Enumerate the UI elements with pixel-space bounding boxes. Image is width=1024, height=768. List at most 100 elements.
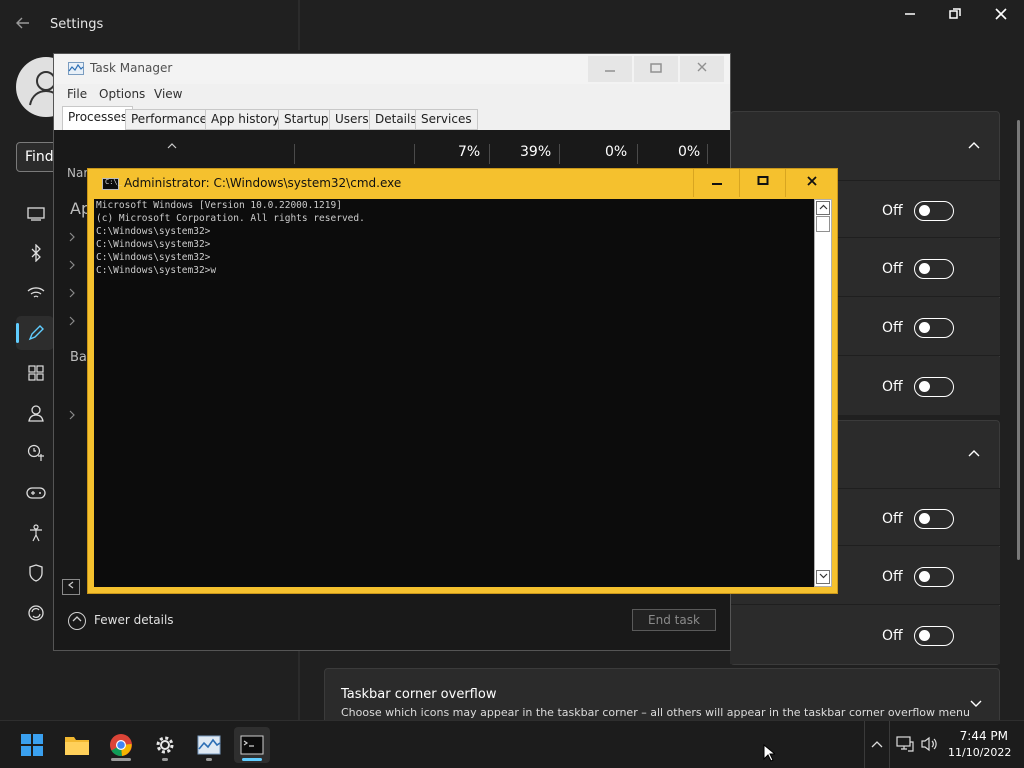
menu-file[interactable]: File xyxy=(67,87,87,101)
toggle-switch[interactable] xyxy=(914,567,954,587)
fewer-details-chevron-icon[interactable] xyxy=(68,612,86,630)
clock-date[interactable]: 11/10/2022 xyxy=(948,746,1011,759)
toggle-state-label: Off xyxy=(882,203,903,219)
expand-chevron-icon[interactable] xyxy=(69,315,76,329)
toggle-state-label: Off xyxy=(882,628,903,644)
start-icon[interactable] xyxy=(14,727,50,763)
toggle-switch[interactable] xyxy=(914,201,954,221)
expand-chevron-icon[interactable] xyxy=(69,231,76,245)
chevron-down-icon[interactable] xyxy=(969,697,983,713)
toggle-row: Off xyxy=(730,606,1000,664)
apps-icon[interactable] xyxy=(22,361,50,385)
close-button[interactable] xyxy=(981,6,1021,28)
minimize-button[interactable] xyxy=(890,6,930,28)
settings-icon[interactable] xyxy=(147,727,183,763)
tab-users[interactable]: Users xyxy=(329,109,375,130)
task-manager-titlebar[interactable]: Task Manager xyxy=(54,54,730,84)
chevron-up-icon[interactable] xyxy=(967,446,981,462)
accessibility-icon[interactable] xyxy=(22,521,50,545)
scrollbar[interactable] xyxy=(1017,120,1020,560)
column-separator xyxy=(414,144,415,164)
menu-view[interactable]: View xyxy=(154,87,182,101)
console-line: C:\Windows\system32> xyxy=(96,239,211,250)
task-manager-menubar: File Options View xyxy=(54,84,730,106)
back-arrow-icon[interactable] xyxy=(14,14,36,34)
console-line: C:\Windows\system32>w xyxy=(96,265,217,276)
menu-options[interactable]: Options xyxy=(99,87,145,101)
overflow-description: Choose which icons may appear in the tas… xyxy=(341,706,970,719)
cmd-vertical-scrollbar[interactable] xyxy=(814,199,832,587)
system-icon[interactable] xyxy=(22,202,50,226)
sort-chevron-icon[interactable] xyxy=(167,138,177,153)
tm-close-button[interactable] xyxy=(680,56,724,82)
tab-performance[interactable]: Performance xyxy=(125,109,214,130)
bluetooth-icon[interactable] xyxy=(22,241,50,265)
end-task-button[interactable]: End task xyxy=(632,609,716,631)
column-separator xyxy=(637,144,638,164)
column-separator xyxy=(489,144,490,164)
tm-minimize-button[interactable] xyxy=(588,56,632,82)
scroll-down-arrow[interactable] xyxy=(816,570,830,584)
personalization-brush-icon[interactable] xyxy=(22,321,50,345)
toggle-state-label: Off xyxy=(882,379,903,395)
console-line: Microsoft Windows [Version 10.0.22000.12… xyxy=(96,200,342,211)
tab-startup[interactable]: Startup xyxy=(278,109,335,130)
privacy-shield-icon[interactable] xyxy=(22,561,50,585)
expand-chevron-icon[interactable] xyxy=(69,259,76,273)
network-icon[interactable] xyxy=(896,736,914,756)
expand-chevron-icon[interactable] xyxy=(69,287,76,301)
network-percent[interactable]: 0% xyxy=(678,144,700,160)
toggle-switch[interactable] xyxy=(914,377,954,397)
windows-update-icon[interactable] xyxy=(22,601,50,625)
console-line: C:\Windows\system32> xyxy=(96,226,211,237)
terminal-icon[interactable] xyxy=(234,727,270,763)
toggle-switch[interactable] xyxy=(914,259,954,279)
cmd-close-button[interactable] xyxy=(785,169,837,197)
taskbar: 7:44 PM 11/10/2022 xyxy=(0,720,1024,768)
taskbar-corner-overflow-card[interactable]: Taskbar corner overflow Choose which ico… xyxy=(324,668,1000,728)
cmd-app-icon: C:\_ xyxy=(102,178,122,190)
toggle-switch[interactable] xyxy=(914,318,954,338)
time-language-icon[interactable] xyxy=(22,441,50,465)
gaming-icon[interactable] xyxy=(22,481,50,505)
console-line: C:\Windows\system32> xyxy=(96,252,211,263)
fewer-details-link[interactable]: Fewer details xyxy=(94,613,174,627)
cmd-maximize-button[interactable] xyxy=(739,169,785,197)
pane-divider xyxy=(298,0,300,50)
volume-icon[interactable] xyxy=(920,736,938,756)
clock-time[interactable]: 7:44 PM xyxy=(956,729,1008,743)
scroll-up-arrow[interactable] xyxy=(816,201,830,215)
tab-app-history[interactable]: App history xyxy=(205,109,286,130)
accounts-icon[interactable] xyxy=(22,401,50,425)
task-manager-icon[interactable] xyxy=(191,727,227,763)
chrome-icon[interactable] xyxy=(103,727,139,763)
toggle-state-label: Off xyxy=(882,320,903,336)
overflow-title: Taskbar corner overflow xyxy=(341,687,497,702)
cpu-percent[interactable]: 7% xyxy=(458,144,480,160)
process-column-header: 7% 39% 0% 0% xyxy=(62,130,724,164)
task-manager-tabs: Processes Performance App history Startu… xyxy=(54,106,730,130)
scroll-thumb[interactable] xyxy=(816,216,830,232)
name-column-label[interactable]: Nar xyxy=(67,166,88,180)
expand-chevron-icon[interactable] xyxy=(69,409,76,423)
file-explorer-icon[interactable] xyxy=(59,727,95,763)
toggle-switch[interactable] xyxy=(914,626,954,646)
cmd-minimize-button[interactable] xyxy=(693,169,739,197)
wifi-icon[interactable] xyxy=(22,281,50,305)
nav-active-indicator xyxy=(16,323,19,343)
restore-button[interactable] xyxy=(935,6,975,28)
show-hidden-icons-button[interactable] xyxy=(864,721,890,768)
tab-processes[interactable]: Processes xyxy=(62,106,134,130)
column-separator xyxy=(559,144,560,164)
cmd-console[interactable]: Microsoft Windows [Version 10.0.22000.12… xyxy=(94,199,814,587)
disk-percent[interactable]: 0% xyxy=(605,144,627,160)
console-output: Microsoft Windows [Version 10.0.22000.12… xyxy=(96,199,365,277)
settings-title: Settings xyxy=(50,17,104,32)
pane-divider xyxy=(298,650,300,720)
tm-maximize-button[interactable] xyxy=(634,56,678,82)
scroll-left-arrow[interactable] xyxy=(62,579,80,595)
memory-percent[interactable]: 39% xyxy=(520,144,551,160)
toggle-switch[interactable] xyxy=(914,509,954,529)
chevron-up-icon[interactable] xyxy=(967,138,981,154)
tab-services[interactable]: Services xyxy=(415,109,478,130)
